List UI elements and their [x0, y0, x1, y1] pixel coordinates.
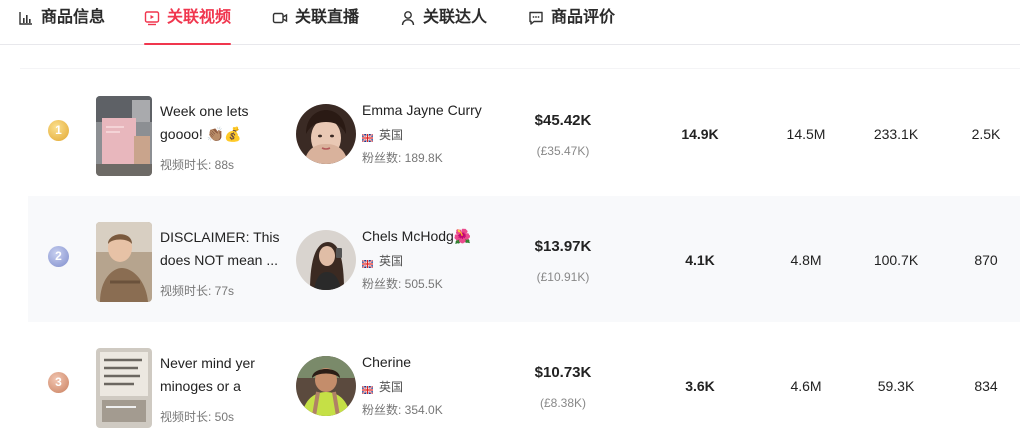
video-duration: 视频时长: 50s: [160, 410, 235, 424]
video-thumbnail[interactable]: [96, 96, 152, 176]
views-count: 4.8M: [790, 252, 822, 268]
creator-avatar[interactable]: [296, 104, 356, 164]
creator-avatar[interactable]: [296, 356, 356, 416]
creator-avatar[interactable]: [296, 230, 356, 290]
live-camera-icon: [272, 10, 288, 26]
creator-region: 英国: [361, 126, 404, 143]
uk-flag-icon: [361, 383, 374, 395]
rank-medal-silver: 2: [48, 246, 69, 267]
tab-label: 关联直播: [295, 9, 360, 26]
video-duration: 视频时长: 77s: [160, 284, 235, 298]
region-label: 英国: [379, 128, 404, 142]
table-row[interactable]: 3 Never mind yer minoges or a seale... 视…: [28, 322, 1020, 448]
video-screen-icon: [144, 10, 160, 26]
person-icon: [400, 10, 416, 26]
tab-label: 关联视频: [167, 9, 232, 26]
gmv-usd: $45.42K: [534, 112, 592, 129]
tab-bar: 商品信息 关联视频 关联直播 关联达人 商品评价: [0, 0, 1020, 45]
region-label: 英国: [379, 380, 404, 394]
video-duration: 视频时长: 88s: [160, 158, 235, 172]
comments-count: 2.5K: [971, 126, 1001, 142]
video-title[interactable]: Never mind yer minoges or a seale...: [160, 352, 284, 398]
gmv-local: (£10.91K): [536, 270, 590, 284]
creator-name[interactable]: Chels McHodg🌺: [362, 228, 471, 245]
divider: [20, 68, 1020, 69]
rank-medal-bronze: 3: [48, 372, 69, 393]
creator-fans: 粉丝数: 189.8K: [362, 151, 443, 165]
rank-number: 1: [55, 123, 62, 137]
views-count: 4.6M: [790, 378, 822, 394]
comment-icon: [528, 10, 544, 26]
active-tab-underline: [144, 43, 232, 45]
likes-count: 59.3K: [877, 378, 915, 394]
creator-name[interactable]: Emma Jayne Curry: [362, 102, 482, 118]
comments-count: 834: [974, 378, 998, 394]
tab-product-info[interactable]: 商品信息: [18, 0, 105, 44]
tab-related-videos[interactable]: 关联视频: [144, 0, 232, 45]
tab-related-live[interactable]: 关联直播: [272, 0, 359, 44]
creator-region: 英国: [361, 252, 404, 269]
video-title[interactable]: Week one lets goooo! 👏🏽💰 #savin...: [160, 100, 284, 146]
uk-flag-icon: [361, 131, 374, 143]
tab-label: 商品信息: [41, 9, 106, 26]
creator-fans: 粉丝数: 354.0K: [362, 403, 443, 417]
table-row[interactable]: 1 Week one lets goooo! 👏🏽💰 #savin... 视频时…: [28, 70, 1020, 196]
creator-name[interactable]: Cherine: [362, 354, 411, 370]
gmv-usd: $10.73K: [534, 364, 592, 381]
rank-medal-gold: 1: [48, 120, 69, 141]
gmv-usd: $13.97K: [534, 238, 592, 255]
sales-count: 14.9K: [681, 126, 719, 142]
video-thumbnail[interactable]: [96, 348, 152, 428]
tab-label: 关联达人: [423, 9, 488, 26]
table-row[interactable]: 2 DISCLAIMER: This does NOT mean ... 视频时…: [28, 196, 1020, 322]
rank-number: 2: [55, 249, 62, 263]
sales-count: 3.6K: [685, 378, 715, 394]
creator-region: 英国: [361, 378, 404, 395]
views-count: 14.5M: [786, 126, 826, 142]
comments-count: 870: [974, 252, 998, 268]
gmv-local: (£35.47K): [536, 144, 590, 158]
tab-related-creators[interactable]: 关联达人: [400, 0, 487, 44]
creator-fans: 粉丝数: 505.5K: [362, 277, 443, 291]
bar-chart-icon: [18, 10, 34, 26]
tab-label: 商品评价: [551, 9, 616, 26]
gmv-local: (£8.38K): [539, 396, 587, 410]
likes-count: 100.7K: [873, 252, 919, 268]
video-title[interactable]: DISCLAIMER: This does NOT mean ...: [160, 226, 284, 272]
uk-flag-icon: [361, 257, 374, 269]
region-label: 英国: [379, 254, 404, 268]
rank-number: 3: [55, 375, 62, 389]
tab-product-reviews[interactable]: 商品评价: [528, 0, 615, 44]
video-thumbnail[interactable]: [96, 222, 152, 302]
likes-count: 233.1K: [873, 126, 919, 142]
sales-count: 4.1K: [685, 252, 715, 268]
